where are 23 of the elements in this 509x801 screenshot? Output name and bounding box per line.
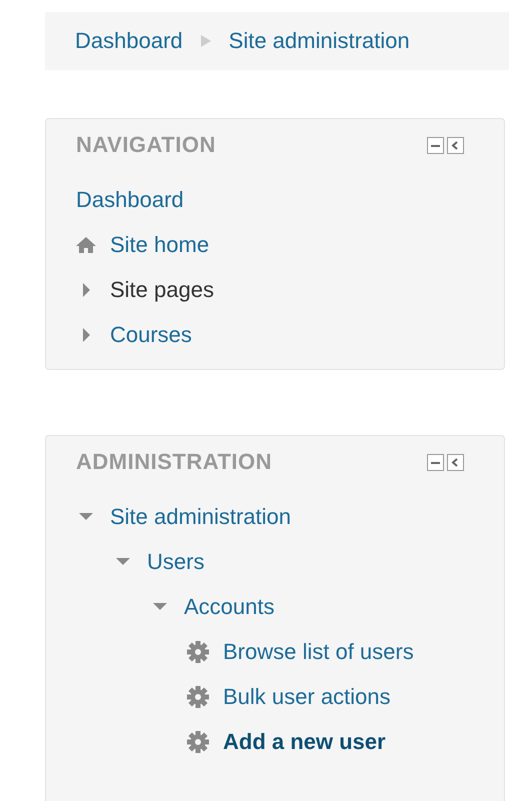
gear-icon bbox=[187, 730, 209, 752]
tree-link[interactable]: Site home bbox=[110, 232, 210, 258]
tree-link[interactable]: Accounts bbox=[184, 594, 274, 620]
breadcrumb-link[interactable]: Dashboard bbox=[75, 28, 183, 54]
block-title: ADMINISTRATION bbox=[76, 449, 272, 475]
tree-link[interactable]: Add a new user bbox=[223, 728, 386, 754]
tree-link[interactable]: Browse list of users bbox=[223, 638, 414, 664]
tree-link[interactable]: Site administration bbox=[110, 504, 291, 530]
block-title: NAVIGATION bbox=[76, 132, 216, 158]
gear-icon bbox=[187, 686, 209, 708]
dock-icon bbox=[447, 136, 464, 154]
tree-link[interactable]: Bulk user actions bbox=[223, 684, 391, 710]
minimize-icon bbox=[427, 454, 444, 470]
breadcrumb-link[interactable]: Site administration bbox=[228, 28, 410, 54]
separator-icon bbox=[200, 35, 211, 47]
tree-link[interactable]: Dashboard bbox=[76, 186, 184, 212]
gear-icon bbox=[187, 640, 209, 662]
minimize-icon bbox=[427, 136, 444, 154]
tree-item[interactable]: Site pages bbox=[110, 276, 214, 302]
tree-link[interactable]: Courses bbox=[110, 322, 192, 348]
dock-icon bbox=[447, 454, 464, 470]
tree-link[interactable]: Users bbox=[147, 548, 204, 574]
home-icon bbox=[76, 236, 96, 254]
